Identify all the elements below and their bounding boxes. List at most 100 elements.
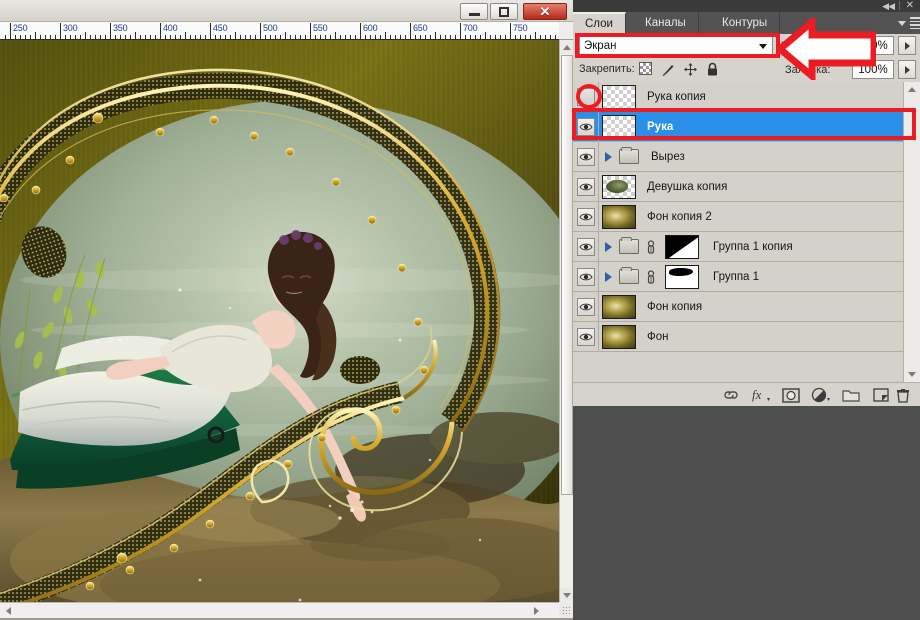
ruler-minor-tick: [180, 35, 181, 39]
add-layer-mask-button[interactable]: [781, 386, 801, 404]
triangle-right-icon: [904, 41, 910, 50]
group-disclosure-triangle[interactable]: [601, 151, 615, 162]
triangle-right-icon: [904, 65, 910, 74]
eye-icon-on[interactable]: [576, 237, 595, 256]
scroll-left-button[interactable]: [1, 604, 15, 618]
tab-layers[interactable]: Слои: [573, 12, 626, 34]
close-button[interactable]: ✕: [523, 3, 567, 20]
scroll-right-button[interactable]: [529, 604, 543, 618]
layer-row[interactable]: Фон копия: [573, 291, 903, 322]
layer-visibility-cell[interactable]: [573, 201, 599, 232]
ruler-label: 700: [463, 23, 478, 33]
eye-icon-on[interactable]: [576, 327, 595, 346]
panel-menu-icon[interactable]: [898, 16, 920, 30]
layer-row[interactable]: Рука копия: [573, 82, 903, 112]
eye-icon-on[interactable]: [576, 147, 595, 166]
vertical-scroll-thumb[interactable]: [561, 55, 573, 495]
new-group-button[interactable]: [841, 386, 861, 404]
layers-panel: ◀◀ ✕ Слои Каналы Контуры Экран Непрозр.:…: [573, 0, 920, 620]
minimize-button[interactable]: [460, 3, 488, 20]
fx-icon: fx: [752, 387, 770, 402]
layer-list[interactable]: Рука копия Рука Вырез Девушка копия Фон …: [573, 82, 903, 382]
maximize-button[interactable]: [490, 3, 518, 20]
checkerboard-icon: [639, 62, 652, 75]
new-adjustment-layer-button[interactable]: [811, 386, 831, 404]
ruler-minor-tick: [15, 35, 16, 39]
resize-grip[interactable]: [559, 602, 573, 618]
layer-list-scroll-up[interactable]: [904, 82, 920, 97]
tab-channels[interactable]: Каналы: [633, 12, 699, 34]
opacity-input[interactable]: 100%: [852, 36, 894, 55]
group-disclosure-triangle[interactable]: [601, 241, 615, 252]
ruler-minor-tick: [415, 35, 416, 39]
triangle-down-icon: [908, 372, 916, 377]
layer-row[interactable]: Фон копия 2: [573, 201, 903, 232]
folder-icon: [619, 147, 639, 164]
mask-link-cell[interactable]: [643, 239, 659, 254]
ruler-minor-tick: [520, 35, 521, 39]
layer-visibility-cell[interactable]: [573, 141, 599, 172]
opacity-stepper[interactable]: [898, 36, 916, 55]
layer-row[interactable]: Группа 1 копия: [573, 231, 903, 262]
canvas-vertical-scrollbar[interactable]: [559, 40, 574, 602]
link-layers-button[interactable]: [721, 386, 741, 404]
mask-link-cell[interactable]: [643, 269, 659, 284]
ruler-minor-tick: [130, 35, 131, 39]
canvas-horizontal-scrollbar[interactable]: [0, 602, 559, 618]
canvas-area[interactable]: [0, 40, 559, 602]
eye-icon-off[interactable]: [576, 87, 595, 106]
chevron-right-icon: [604, 271, 612, 282]
layer-visibility-cell[interactable]: [573, 82, 599, 112]
layer-thumbnail: [602, 174, 636, 199]
scroll-up-button[interactable]: [560, 40, 574, 54]
brush-icon: [662, 65, 674, 77]
new-layer-button[interactable]: [871, 386, 891, 404]
opacity-value: 100%: [858, 39, 888, 52]
eye-icon-on[interactable]: [576, 177, 595, 196]
ruler-label: 350: [113, 23, 128, 33]
tab-paths[interactable]: Контуры: [710, 12, 781, 34]
ruler-minor-tick: [220, 35, 221, 39]
ruler-label: 600: [363, 23, 378, 33]
horizontal-ruler[interactable]: 250 300 350 400 450 500 550 600 650 700 750: [0, 22, 559, 40]
layer-list-scrollbar[interactable]: [903, 82, 920, 382]
layer-visibility-cell[interactable]: [573, 321, 599, 352]
layer-visibility-cell[interactable]: [573, 261, 599, 292]
eye-icon-on[interactable]: [576, 297, 595, 316]
delete-layer-button[interactable]: [893, 386, 913, 404]
lock-image-pixels-button[interactable]: [661, 62, 676, 77]
document-titlebar: ✕: [0, 0, 573, 22]
eye-icon-on[interactable]: [576, 117, 595, 136]
layer-visibility-cell[interactable]: [573, 171, 599, 202]
fill-stepper[interactable]: [898, 60, 916, 79]
lock-icon: [708, 62, 717, 76]
eye-icon-on[interactable]: [576, 207, 595, 226]
ruler-label: 450: [213, 23, 228, 33]
layer-visibility-cell[interactable]: [573, 291, 599, 322]
layer-row[interactable]: Девушка копия: [573, 171, 903, 202]
group-disclosure-triangle[interactable]: [601, 271, 615, 282]
fill-input[interactable]: 100%: [852, 60, 894, 79]
ruler-minor-tick: [375, 35, 376, 39]
layer-row[interactable]: Группа 1: [573, 261, 903, 292]
ruler-minor-tick: [150, 35, 151, 39]
ruler-minor-tick: [500, 35, 501, 39]
layer-visibility-cell[interactable]: [573, 231, 599, 262]
lock-all-button[interactable]: [705, 62, 720, 77]
lock-position-button[interactable]: [683, 62, 698, 77]
lock-transparent-pixels-button[interactable]: [639, 62, 654, 77]
panel-close-icon[interactable]: ✕: [906, 0, 914, 12]
blend-mode-select[interactable]: Экран: [579, 36, 773, 55]
ruler-minor-tick: [75, 35, 76, 39]
scroll-down-button[interactable]: [560, 588, 574, 602]
layer-row[interactable]: Рука: [573, 111, 903, 142]
collapse-icon[interactable]: ◀◀: [882, 1, 895, 11]
layer-style-button[interactable]: fx: [751, 386, 771, 404]
layer-list-scroll-down[interactable]: [904, 367, 920, 382]
layer-row[interactable]: Фон: [573, 321, 903, 352]
eye-icon-on[interactable]: [576, 267, 595, 286]
layer-visibility-cell[interactable]: [573, 111, 599, 142]
layer-thumbnail-cell: [599, 204, 639, 229]
layer-row[interactable]: Вырез: [573, 141, 903, 172]
move-icon: [684, 63, 697, 76]
